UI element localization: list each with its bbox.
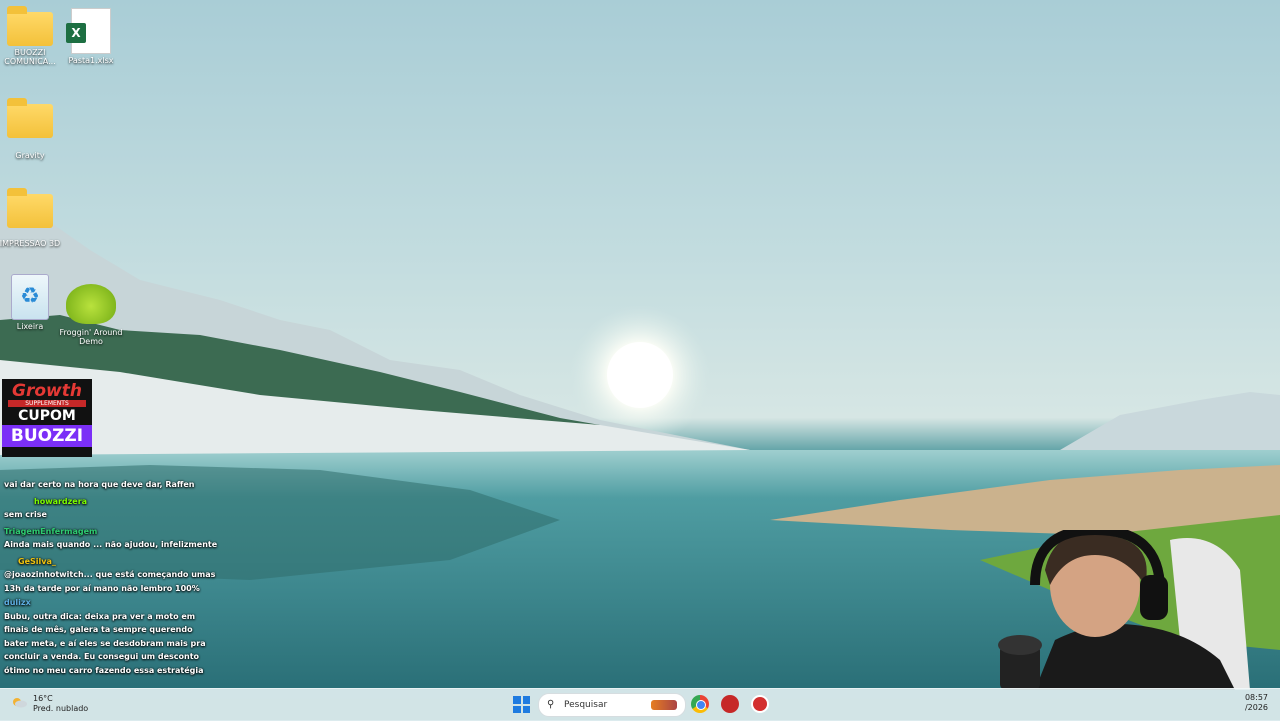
clock-date: /2026: [1244, 703, 1268, 712]
desktop-icon-buozzi-folder[interactable]: BUOZZI COMUNICA...: [0, 6, 62, 66]
weather-text: 16°C Pred. nublado: [33, 694, 88, 714]
chat-message: dulizx Bubu, outra dica: deixa pra ver a…: [4, 598, 206, 675]
app-red-icon[interactable]: [721, 695, 739, 713]
webcam-overlay: [998, 530, 1250, 690]
clock-time: 08:57: [1244, 693, 1268, 702]
chat-message: howardzera sem crise: [4, 496, 88, 520]
desktop-icon-label: Gravity: [15, 151, 45, 160]
chat-username: howardzera: [34, 496, 88, 506]
desktop-icon-recycle-bin[interactable]: ♻ Lixeira: [0, 274, 62, 331]
sponsor-code: BUOZZI: [2, 425, 92, 447]
weather-desc: Pred. nublado: [33, 704, 89, 713]
desktop-icon-label: BUOZZI COMUNICA...: [4, 48, 56, 66]
desktop-icon-label: Lixeira: [16, 322, 44, 331]
search-placeholder: Pesquisar: [564, 700, 608, 710]
desktop-icon-label: Pasta1.xlsx: [68, 56, 114, 65]
taskbar-search[interactable]: ⚲ Pesquisar: [538, 693, 686, 717]
chat-username: TriagemEnfermagem: [4, 526, 98, 536]
desktop-icon-gravity-folder[interactable]: Gravity: [0, 98, 62, 160]
taskbar-clock[interactable]: 08:57 /2026: [1236, 693, 1268, 713]
chat-message: GeSilva_ @joaozinhotwitch... que está co…: [4, 556, 216, 593]
desktop-icon-label: Froggin' Around Demo: [59, 328, 123, 346]
folder-icon: [7, 188, 53, 228]
desktop-icon-impressao-folder[interactable]: IMPRESSAO 3D: [0, 188, 62, 248]
folder-icon: [7, 6, 53, 46]
cloud-icon: [13, 698, 27, 708]
chat-username: GeSilva_: [18, 556, 56, 566]
sponsor-cupom-label: CUPOM: [18, 408, 76, 424]
chat-message: TriagemEnfermagem Ainda mais quando ... …: [4, 526, 218, 550]
app-red-icon-2[interactable]: [751, 695, 769, 713]
desktop-icon-pasta1[interactable]: X Pasta1.xlsx: [59, 8, 123, 65]
desktop-icon-froggin-around[interactable]: Froggin' Around Demo: [59, 284, 123, 346]
excel-file-icon: X: [66, 8, 111, 54]
weather-widget[interactable]: 16°C Pred. nublado: [12, 694, 92, 714]
folder-icon: [7, 98, 53, 138]
start-button[interactable]: [513, 696, 530, 713]
sponsor-tagline: SUPPLEMENTS: [8, 400, 86, 407]
chat-username: dulizx: [4, 598, 31, 607]
chrome-icon[interactable]: [691, 695, 709, 713]
weather-temp: 16°C: [33, 694, 53, 703]
windows-logo-icon: [513, 696, 521, 704]
chat-message: vai dar certo na hora que deve dar, Raff…: [4, 480, 195, 489]
stream-chat: vai dar certo na hora que deve dar, Raff…: [4, 478, 218, 677]
recycle-bin-icon: ♻: [11, 274, 49, 320]
search-highlight-icon: [651, 700, 677, 710]
desktop-icon-label: IMPRESSAO 3D: [0, 239, 61, 248]
frog-game-icon: [66, 284, 116, 324]
sponsor-brand: Growth: [12, 381, 82, 401]
sponsor-banner: Growth SUPPLEMENTS CUPOM BUOZZI: [2, 379, 92, 457]
search-icon: ⚲: [547, 699, 555, 710]
